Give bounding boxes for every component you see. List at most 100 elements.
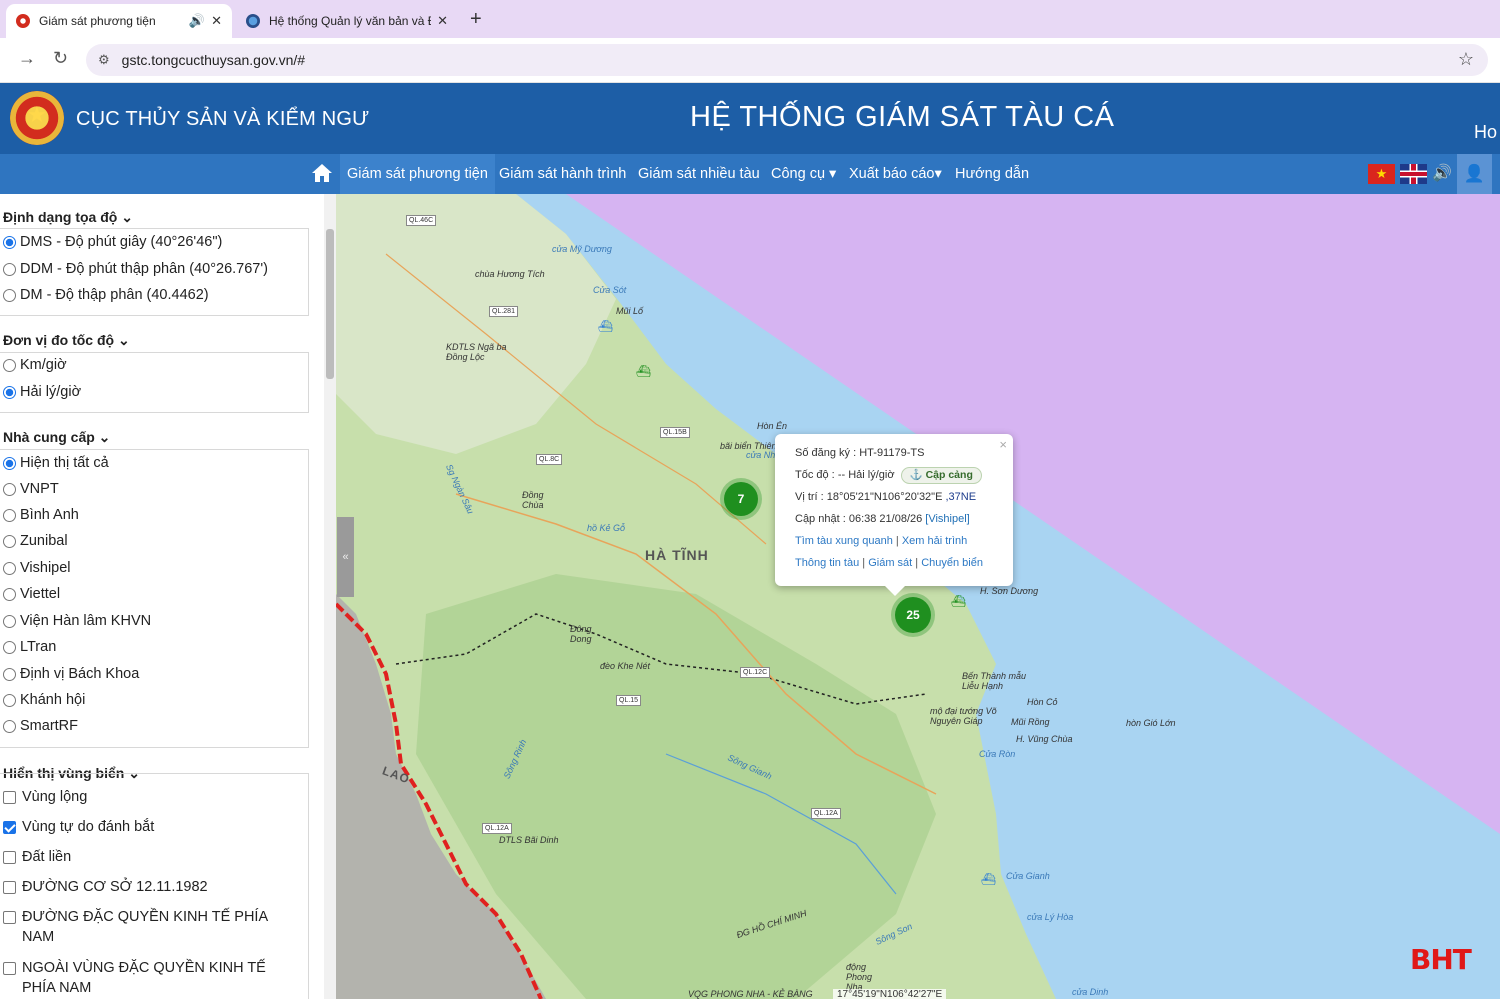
checkbox[interactable] [3,880,16,894]
speaker-icon[interactable]: 🔊 [189,13,205,29]
provider-vnpt[interactable]: VNPT [3,481,59,497]
checkbox[interactable] [3,790,16,804]
provider-smartrf[interactable]: SmartRF [3,718,78,734]
vessel-cluster[interactable]: 25 [895,597,931,633]
position-zone: ,37NE [945,491,977,503]
checkbox[interactable] [3,962,16,975]
vessel-icon[interactable]: ⛴ [981,872,996,886]
radio[interactable] [3,693,16,707]
checkbox[interactable] [3,911,16,924]
vessel-icon[interactable]: ⛴ [951,594,966,608]
coord-format-ddm[interactable]: DDM - Độ phút thập phân (40°26.767') [3,261,268,277]
provider-bach-khoa[interactable]: Định vị Bách Khoa [3,666,139,682]
header-cut-text: Ho [1474,122,1498,142]
vessel-cluster[interactable]: 7 [724,482,758,516]
place-label: Đồng Chùa [522,490,544,510]
zone-vung-long[interactable]: Vùng lộng [3,789,87,805]
checkbox[interactable] [3,820,16,834]
close-popup-icon[interactable]: × [999,437,1007,452]
close-tab-icon[interactable]: ✕ [211,13,222,29]
vietnamese-flag-icon[interactable]: ★ [1368,164,1395,184]
place-label: Mũi Lố [616,306,644,316]
zone-duong-co-so[interactable]: ĐƯỜNG CƠ SỞ 12.11.1982 [3,879,208,895]
zone-ngoai-dac-quyen[interactable]: NGOÀI VÙNG ĐẶC QUYỀN KINH TẾ PHÍA NAM [3,958,293,998]
filter-sidebar: Định dạng tọa độ ⌄ DMS - Độ phút giây (4… [0,194,324,999]
radio[interactable] [3,288,16,302]
radio[interactable] [3,614,16,628]
nav-giam-sat-phuong-tien[interactable]: Giám sát phương tiện [340,154,495,194]
vessel-position: 18°05'21"N106°20'32"E [826,491,943,503]
update-source: [Vishipel] [925,513,970,525]
view-route-link[interactable]: Xem hải trình [902,535,967,547]
provider-heading[interactable]: Nhà cung cấp ⌄ [3,429,110,446]
place-label: cửa Mỹ Dương [552,244,612,254]
radio[interactable] [3,482,16,496]
sound-toggle-icon[interactable]: 🔊 [1432,163,1452,183]
nav-huong-dan[interactable]: Hướng dẫn [955,154,1029,194]
provider-zunibal[interactable]: Zunibal [3,533,68,549]
map-view[interactable]: QL.46C QL.281 QL.15B QL.8C QL.12C QL.15 … [336,194,1500,999]
provider-ltran[interactable]: LTran [3,639,56,655]
sidebar-scrollbar[interactable] [324,194,336,999]
place-label: H. Vũng Chùa [1016,734,1073,744]
radio[interactable] [3,385,16,399]
collapse-sidebar-button[interactable]: « [337,517,354,597]
radio[interactable] [3,262,16,276]
tab-quan-ly-van-ban[interactable]: Hệ thống Quản lý văn bản và Đ ✕ [236,4,458,38]
nav-giam-sat-nhieu-tau[interactable]: Giám sát nhiều tàu [638,154,760,194]
new-tab-button[interactable]: + [470,8,482,31]
radio[interactable] [3,667,16,681]
nav-giam-sat-hanh-trinh[interactable]: Giám sát hành trình [499,154,626,194]
radio[interactable] [3,587,16,601]
nav-xuat-bao-cao[interactable]: Xuất báo cáo▾ [849,154,942,194]
reload-icon[interactable]: ↻ [53,48,68,69]
speed-unit-heading[interactable]: Đơn vị đo tốc độ ⌄ [3,332,130,349]
zone-vung-tu-do[interactable]: Vùng tự do đánh bắt [3,819,154,835]
zone-dat-lien[interactable]: Đất liền [3,849,71,865]
vessel-icon[interactable]: ⛴ [598,319,613,333]
monitor-link[interactable]: Giám sát [868,557,912,569]
coord-format-dms[interactable]: DMS - Độ phút giây (40°26'46") [3,234,222,250]
voyage-link[interactable]: Chuyển biển [921,557,983,569]
site-settings-icon[interactable]: ⚙ [98,52,110,68]
radio[interactable] [3,358,16,372]
place-label: chùa Hương Tích [475,269,545,279]
find-nearby-link[interactable]: Tìm tàu xung quanh [795,535,893,547]
url-text: gstc.tongcucthuysan.gov.vn/# [121,52,306,68]
english-flag-icon[interactable] [1400,164,1427,184]
provider-vishipel[interactable]: Vishipel [3,560,71,576]
user-account-button[interactable]: 👤 [1457,154,1492,194]
url-field[interactable]: ⚙ gstc.tongcucthuysan.gov.vn/# ☆ [86,44,1488,76]
nav-cong-cu[interactable]: Công cụ ▾ [771,154,836,194]
coord-format-dm[interactable]: DM - Độ thập phân (40.4462) [3,287,209,303]
radio[interactable] [3,235,16,249]
road-label: QL.15B [660,427,690,438]
radio[interactable] [3,456,16,470]
popup-update-row: Cập nhật : 06:38 21/08/26 [Vishipel] [795,513,970,525]
close-tab-icon[interactable]: ✕ [437,13,448,29]
provider-all[interactable]: Hiện thị tất cả [3,455,109,471]
radio[interactable] [3,719,16,733]
address-bar: → ↻ ⚙ gstc.tongcucthuysan.gov.vn/# ☆ [0,38,1500,83]
popup-links-2: Thông tin tàu | Giám sát | Chuyển biển [795,557,983,569]
radio[interactable] [3,640,16,654]
speed-unit-kmh[interactable]: Km/giờ [3,357,67,373]
provider-binh-anh[interactable]: Bình Anh [3,507,79,523]
radio[interactable] [3,508,16,522]
radio[interactable] [3,534,16,548]
scrollbar-thumb[interactable] [326,229,334,379]
provider-viettel[interactable]: Viettel [3,586,60,602]
coord-format-heading[interactable]: Định dạng tọa độ ⌄ [3,209,133,226]
provider-vien-han-lam[interactable]: Viện Hàn lâm KHVN [3,613,151,629]
checkbox[interactable] [3,850,16,864]
vessel-icon[interactable]: ⛴ [636,364,651,378]
vessel-info-link[interactable]: Thông tin tàu [795,557,859,569]
zone-dac-quyen-kt-nam[interactable]: ĐƯỜNG ĐẶC QUYỀN KINH TẾ PHÍA NAM [3,907,293,947]
provider-khanh-hoi[interactable]: Khánh hội [3,692,85,708]
tab-giam-sat[interactable]: Giám sát phương tiện 🔊 ✕ [6,4,232,38]
home-icon[interactable] [311,162,333,184]
forward-icon[interactable]: → [18,48,36,69]
radio[interactable] [3,561,16,575]
speed-unit-knots[interactable]: Hải lý/giờ [3,384,81,400]
bookmark-star-icon[interactable]: ☆ [1458,49,1474,70]
